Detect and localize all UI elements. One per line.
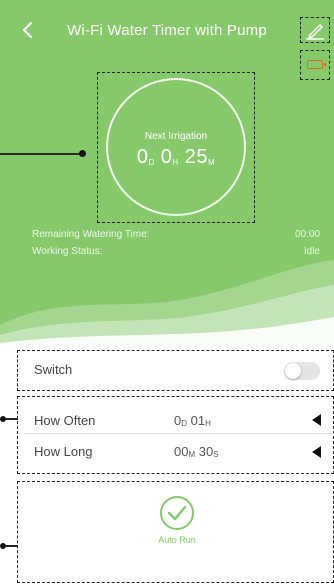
working-status-label: Working Status:	[32, 246, 103, 257]
battery-low-icon	[307, 60, 326, 69]
working-status-value: Idle	[303, 246, 320, 257]
how-long-seconds-unit: S	[213, 450, 219, 459]
how-long-seconds: 30	[198, 444, 214, 459]
auto-run-button[interactable]: Auto Run	[155, 495, 199, 565]
callout-line	[0, 153, 82, 155]
edit-button[interactable]	[300, 17, 330, 43]
auto-run-label: Auto Run	[158, 535, 196, 545]
next-irrigation-countdown: 0D 0H 25M	[106, 146, 246, 169]
how-often-days-unit: D	[181, 419, 188, 428]
switch-label: Switch	[34, 362, 73, 377]
pencil-icon	[306, 23, 324, 40]
working-status-row: Working Status: Idle	[32, 246, 320, 257]
row-divider	[24, 433, 334, 434]
check-circle-icon	[160, 496, 194, 530]
battery-indicator[interactable]	[300, 50, 330, 80]
remaining-time-row: Remaining Watering Time: 00:00	[32, 229, 320, 240]
how-long-label: How Long	[34, 444, 93, 459]
how-often-label: How Often	[34, 413, 96, 428]
how-long-value[interactable]: 00M 30S	[174, 444, 219, 459]
remaining-time-label: Remaining Watering Time:	[32, 229, 150, 240]
how-often-arrow-icon[interactable]	[312, 414, 321, 426]
callout-dot	[79, 150, 86, 157]
how-long-minutes: 00	[174, 444, 189, 459]
countdown-minutes-unit: M	[208, 158, 216, 167]
page-title: Wi-Fi Water Timer with Pump	[67, 22, 267, 39]
remaining-time-value: 00:00	[294, 229, 320, 240]
countdown-hours: 0	[160, 146, 173, 168]
callout-line	[6, 418, 18, 420]
switch-toggle[interactable]	[284, 362, 320, 380]
countdown-days: 0	[136, 146, 149, 168]
countdown-minutes: 25	[184, 146, 208, 168]
how-often-hours: 01	[190, 413, 206, 428]
how-often-hours-unit: H	[205, 419, 211, 428]
how-long-arrow-icon[interactable]	[312, 446, 321, 458]
next-irrigation-label: Next Irrigation	[144, 131, 208, 142]
callout-line	[6, 545, 18, 547]
countdown-days-unit: D	[148, 158, 155, 167]
how-often-value[interactable]: 0D 01H	[174, 413, 211, 428]
how-long-minutes-unit: M	[188, 450, 196, 459]
countdown-hours-unit: H	[172, 158, 179, 167]
toggle-knob	[285, 363, 301, 379]
schedule-highlight-frame	[17, 396, 334, 474]
wave-decoration	[0, 260, 334, 345]
